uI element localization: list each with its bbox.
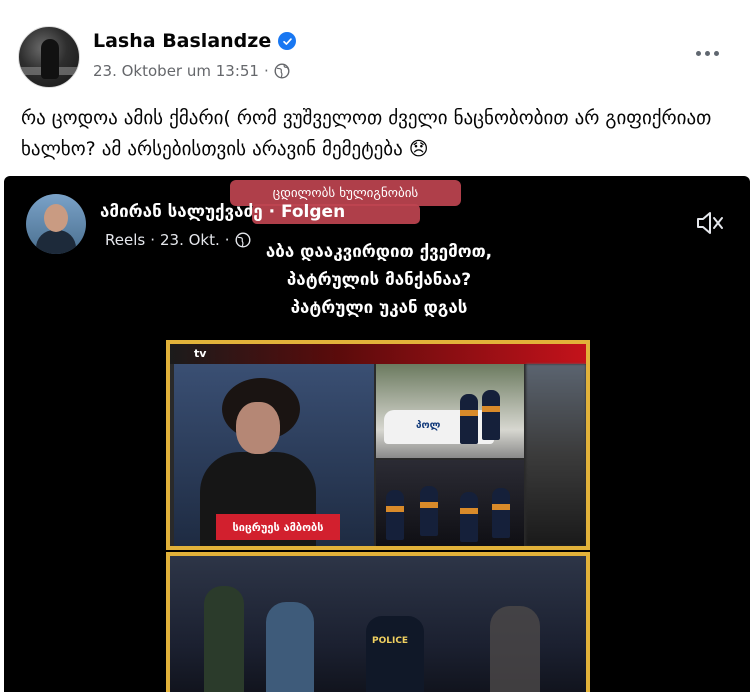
caption-line-3: პატრული უკან დგას [290,298,468,318]
verified-badge-icon [278,32,297,50]
night-scene [376,460,524,546]
author-avatar[interactable] [18,26,80,88]
studio-shot: სიცრუეს ამბობს [174,364,374,546]
post-meta: 23. Oktober um 13:51 · [93,62,290,80]
speaker-muted-icon[interactable] [692,206,726,240]
video-frame-top: tv სიცრუეს ამბობს პოლ [166,340,590,550]
more-options-icon[interactable] [688,36,726,70]
reel-author-avatar[interactable] [26,194,86,254]
post-text: რა ცოდოა ამის ქმარი( რომ ვუშველოთ ძველი … [21,107,712,160]
lower-third-caption: სიცრუეს ამბობს [216,514,340,540]
police-label: POLICE [372,636,409,646]
post-header: Lasha Baslandze 23. Oktober um 13:51 · [0,0,750,100]
reel-meta-separator: · [150,231,155,249]
meta-separator: · [263,62,269,80]
car-label: პოლ [416,420,441,431]
blurred-edge [526,364,586,546]
caption-line-1: აბა დააკვირდით ქვემოთ, [265,242,493,262]
police-officer: POLICE [366,616,424,692]
reel-caption: აბა დააკვირდით ქვემოთ, პატრულის მანქანაა… [164,238,594,322]
tv-logo: tv [194,347,207,360]
tv-channel-strip: tv [170,344,586,364]
follow-link[interactable]: · Folgen [269,202,346,222]
post-author[interactable]: Lasha Baslandze [93,30,297,52]
reel-video[interactable]: tv სიცრუეს ამბობს პოლ POLICE ცდილობს ხულ… [4,176,750,692]
author-name[interactable]: Lasha Baslandze [93,30,271,52]
video-frame-bottom: POLICE [166,552,590,692]
caption-line-2: პატრულის მანქანაა? [286,270,472,290]
patrol-car-scene: პოლ [376,364,524,458]
reels-label[interactable]: Reels [105,231,145,249]
reel-author-name[interactable]: ამირან სალუქვაძე [100,202,263,222]
post-timestamp[interactable]: 23. Oktober um 13:51 [93,62,259,80]
globe-icon [274,63,290,79]
reel-author[interactable]: ამირან სალუქვაძე · Folgen [100,202,345,222]
